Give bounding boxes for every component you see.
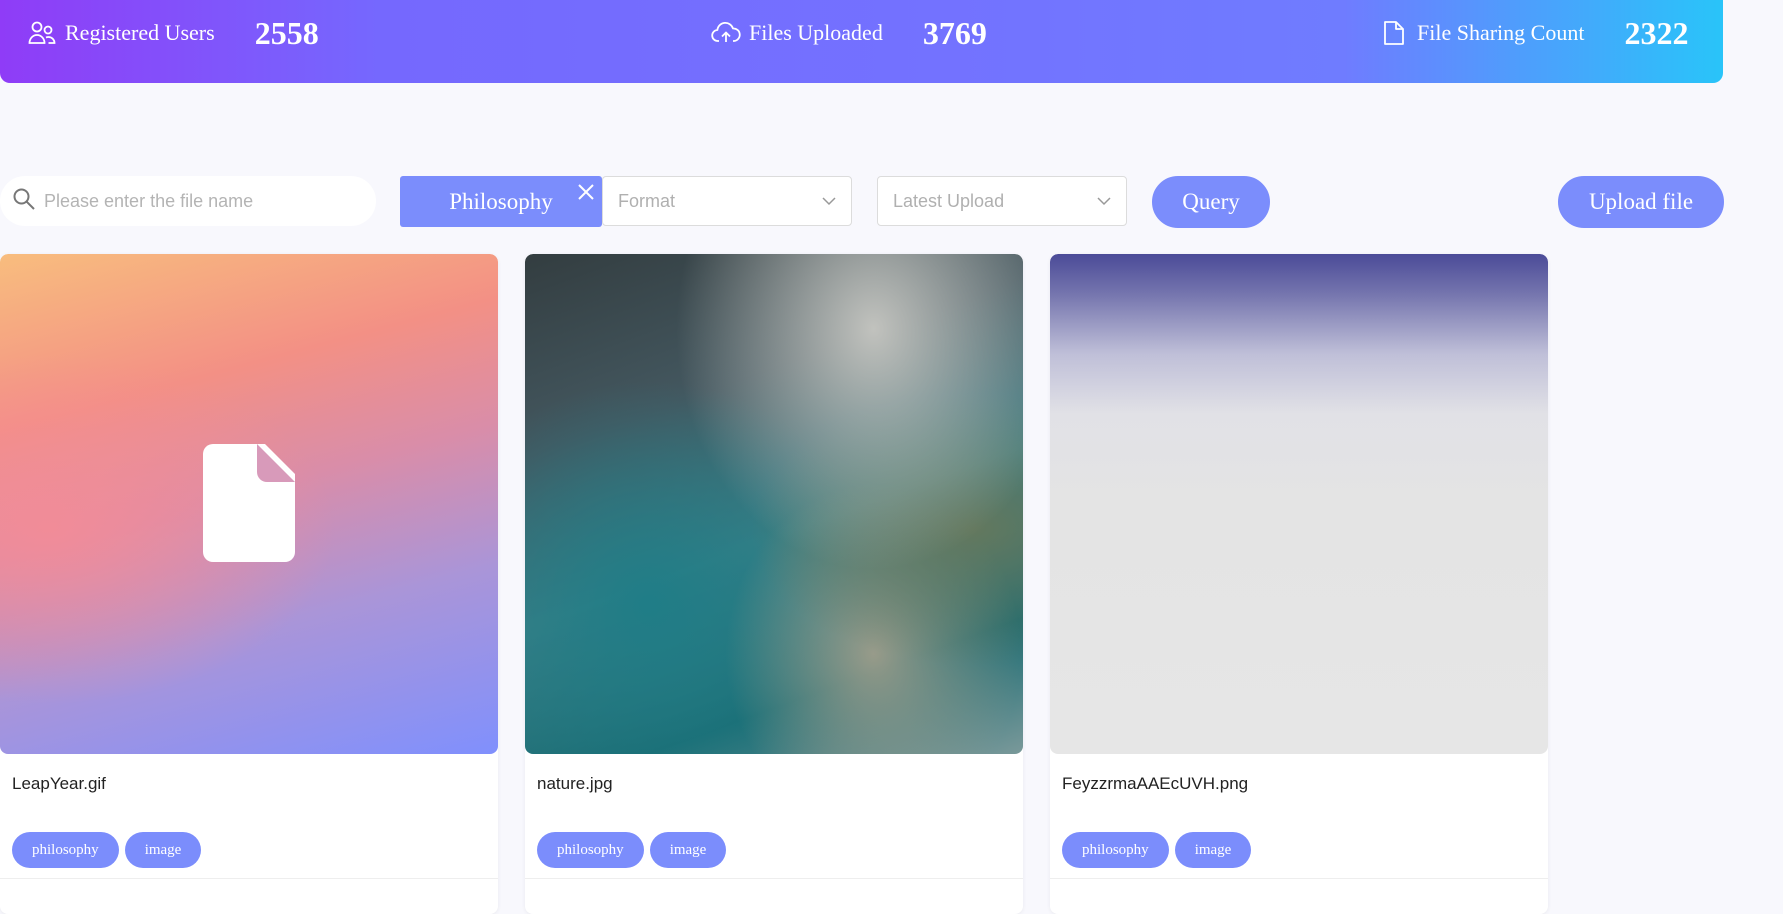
tag-badge[interactable]: philosophy	[1062, 832, 1169, 868]
close-icon[interactable]	[576, 182, 596, 202]
file-name[interactable]: nature.jpg	[537, 774, 613, 794]
sort-placeholder: Latest Upload	[893, 190, 1005, 211]
stat-label: Registered Users	[65, 20, 215, 45]
query-button[interactable]: Query	[1152, 176, 1270, 228]
tag-list: philosophy image	[537, 832, 727, 868]
file-name[interactable]: FeyzzrmaAAEcUVH.png	[1062, 774, 1248, 794]
stat-files-uploaded: Files Uploaded 3769	[711, 0, 987, 66]
document-icon	[1379, 18, 1409, 48]
file-thumbnail[interactable]	[525, 254, 1023, 754]
tag-list: philosophy image	[12, 832, 202, 868]
stat-label: File Sharing Count	[1417, 20, 1585, 45]
stat-value: 2558	[254, 14, 319, 51]
tag-filter-select[interactable]: Philosophy	[400, 176, 602, 227]
divider	[525, 878, 1023, 879]
chevron-down-icon	[1096, 193, 1112, 214]
file-card[interactable]: nature.jpg philosophy image	[525, 254, 1023, 914]
format-select[interactable]: Format	[602, 176, 852, 226]
tag-badge[interactable]: image	[124, 832, 202, 868]
file-card[interactable]: LeapYear.gif philosophy image	[0, 254, 498, 914]
upload-file-button[interactable]: Upload file	[1558, 176, 1724, 228]
stat-value: 2322	[1624, 14, 1689, 51]
stat-registered-users: Registered Users 2558	[27, 0, 319, 66]
cloud-upload-icon	[711, 18, 741, 48]
stats-banner: Registered Users 2558 Files Uploaded 376…	[0, 0, 1723, 83]
file-thumbnail[interactable]	[1050, 254, 1548, 754]
search-box[interactable]	[0, 176, 376, 226]
file-placeholder-icon	[203, 444, 295, 562]
divider	[1050, 878, 1548, 879]
file-thumbnail[interactable]	[0, 254, 498, 754]
file-card[interactable]: FeyzzrmaAAEcUVH.png philosophy image	[1050, 254, 1548, 914]
stat-value: 3769	[922, 14, 987, 51]
stat-label: Files Uploaded	[749, 20, 883, 45]
tag-badge[interactable]: philosophy	[537, 832, 644, 868]
stat-file-sharing-count: File Sharing Count 2322	[1379, 0, 1688, 66]
tag-badge[interactable]: image	[649, 832, 727, 868]
sort-select[interactable]: Latest Upload	[877, 176, 1127, 226]
file-name[interactable]: LeapYear.gif	[12, 774, 106, 794]
format-placeholder: Format	[618, 190, 676, 211]
users-icon	[27, 18, 57, 48]
tag-list: philosophy image	[1062, 832, 1252, 868]
tag-badge[interactable]: philosophy	[12, 832, 119, 868]
search-icon	[12, 187, 36, 216]
tag-filter-label: Philosophy	[449, 188, 553, 214]
search-input[interactable]	[44, 190, 354, 212]
chevron-down-icon	[821, 193, 837, 214]
divider	[0, 878, 498, 879]
tag-badge[interactable]: image	[1174, 832, 1252, 868]
